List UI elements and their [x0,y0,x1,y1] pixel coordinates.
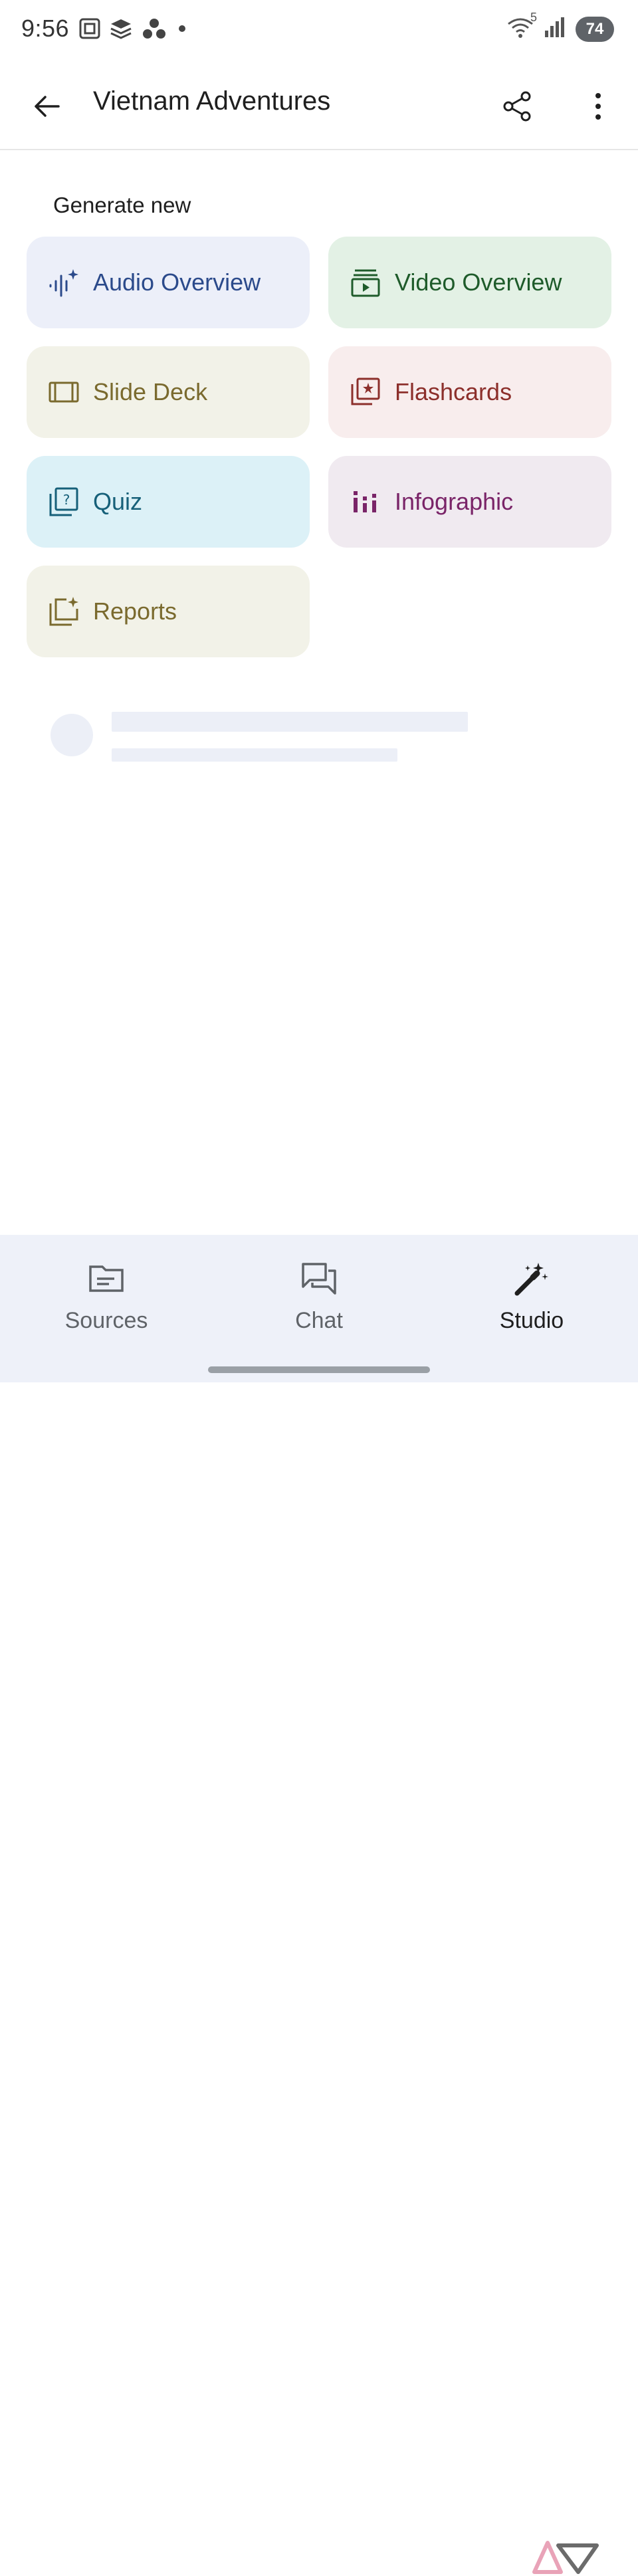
section-title: Generate new [53,193,191,217]
nav-chat[interactable]: Chat [239,1257,399,1334]
infographic-button[interactable]: Infographic [328,456,611,548]
tile-label: Flashcards [395,378,512,405]
nav-label: Sources [64,1308,148,1333]
tile-label: Slide Deck [93,378,208,405]
bottom-navigation: Sources Chat Studio [0,1235,638,2574]
back-button[interactable] [24,84,69,129]
svg-text:?: ? [63,492,70,508]
chat-icon [298,1257,340,1300]
audio-overview-button[interactable]: Audio Overview [27,237,310,328]
nav-studio[interactable]: Studio [452,1257,611,1334]
flashcards-button[interactable]: Flashcards [328,346,611,438]
wifi-icon: 5 [506,11,537,42]
status-bar: 9:56 5 74 [0,0,638,64]
slides-icon [47,375,81,409]
tile-label: Reports [93,597,177,625]
status-icons-right: 5 74 [506,11,614,42]
audio-waveform-icon [47,265,81,300]
magic-wand-icon [510,1257,553,1300]
slide-deck-button[interactable]: Slide Deck [27,346,310,438]
arrow-left-icon [35,96,60,117]
tile-label: Video Overview [395,268,562,296]
status-icons-left [78,17,189,43]
reports-button[interactable]: Reports [27,566,310,657]
more-options-button[interactable] [576,84,621,129]
notebook-title: Vietnam Adventures [93,86,331,116]
status-time: 9:56 [21,15,70,42]
tile-label: Infographic [395,488,514,515]
nav-sources[interactable]: Sources [27,1257,186,1334]
nav-label: Studio [499,1308,564,1333]
tile-label: Quiz [93,488,143,515]
more-vert-icon [595,93,601,120]
share-icon [503,91,531,122]
battery-icon: 74 [576,16,614,42]
tile-label: Audio Overview [93,268,261,296]
video-overview-button[interactable]: Video Overview [328,237,611,328]
signal-icon [544,16,566,42]
watermark-logo-icon [532,2541,599,2574]
notification-dot-icon [175,22,189,39]
flashcards-icon [348,375,383,409]
group-dots-icon [141,17,167,43]
wifi-badge: 5 [530,11,537,24]
folder-icon [85,1257,128,1300]
screenshot-icon [78,17,101,43]
reports-icon [47,594,81,629]
video-stack-icon [348,265,383,300]
loading-skeleton-line [112,712,468,732]
home-indicator[interactable] [208,1366,430,1373]
quiz-button[interactable]: ? Quiz [27,456,310,548]
app-header: Vietnam Adventures [0,64,638,150]
share-button[interactable] [494,84,540,129]
bar-chart-icon [348,484,383,519]
quiz-icon: ? [47,484,81,519]
loading-skeleton-avatar [51,714,93,756]
loading-skeleton-line [112,748,397,762]
layers-icon [109,17,133,43]
nav-label: Chat [295,1308,343,1333]
